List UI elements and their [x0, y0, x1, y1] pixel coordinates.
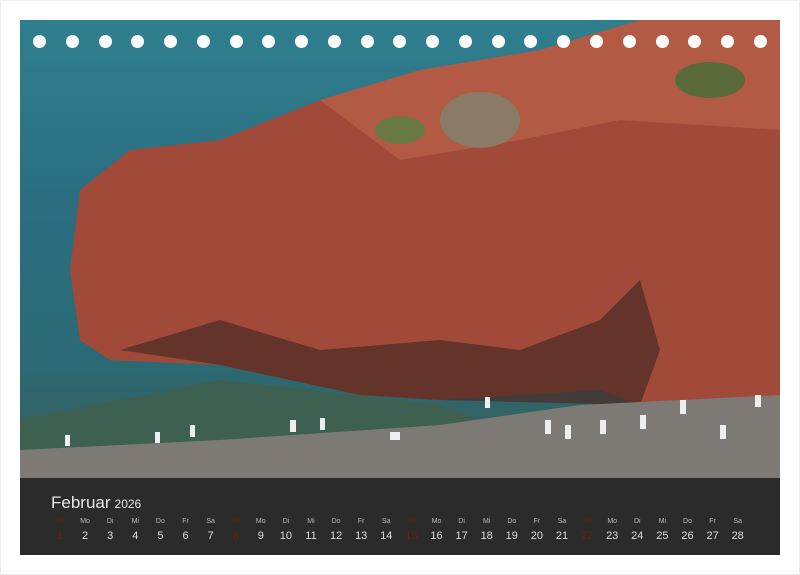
weekday-label: Mo [80, 518, 90, 525]
weekday-label: Mo [607, 518, 618, 525]
weekday-label: Do [331, 518, 341, 525]
weekday-label: So [55, 518, 65, 525]
weekday-label: Fr [182, 518, 189, 525]
weekday-label: Sa [206, 518, 215, 525]
day-number: 4 [132, 530, 139, 542]
binding-hole [164, 35, 178, 48]
day-number: 28 [731, 530, 744, 542]
weekday-label: Mi [307, 518, 315, 525]
weekday-label: Mi [658, 518, 667, 525]
day-number: 22 [580, 530, 594, 542]
binding-hole [295, 35, 309, 48]
weekday-label: Do [683, 518, 692, 525]
calendar-page: Februar 2026 So 1 Mo 2 Di 3 Mi 4 Do 5 Fr 6 Sa 7 So 8 Mo 9 D… [0, 0, 800, 575]
binding-hole [721, 35, 735, 48]
day-number: 11 [305, 530, 317, 542]
binding-hole [98, 35, 112, 48]
day-number: 8 [232, 530, 239, 542]
shrub [440, 92, 520, 148]
binding-hole [327, 35, 341, 48]
day-number: 27 [706, 530, 719, 542]
day-number: 14 [380, 530, 393, 542]
month-name: Februar [51, 493, 111, 512]
month-title: Februar 2026 [51, 493, 141, 513]
photo-red-cliffs-penguins [20, 20, 780, 478]
weekday-label: Sa [733, 518, 742, 525]
weekday-label: So [231, 518, 240, 525]
weekday-label: Sa [557, 518, 567, 525]
day-number: 6 [182, 530, 189, 542]
day-number: 10 [279, 530, 293, 542]
weekday-label: Mo [431, 518, 442, 525]
weekday-label: Fr [533, 518, 541, 525]
binding-hole [426, 35, 440, 48]
binding-hole [688, 35, 702, 48]
binding-hole [458, 35, 472, 48]
day-number: 7 [207, 530, 214, 542]
binding-hole [131, 35, 145, 48]
day-number: 20 [530, 530, 544, 542]
weekday-label: Di [633, 518, 641, 525]
day-number: 18 [480, 530, 493, 542]
binding-hole [524, 35, 538, 48]
shrub [675, 62, 745, 98]
binding-hole [262, 35, 276, 48]
day-number: 25 [656, 530, 669, 542]
shrub [375, 116, 425, 144]
weekday-label: Do [507, 518, 517, 525]
binding-hole [590, 35, 604, 48]
binding-hole [360, 35, 374, 48]
weekday-label: Mo [255, 518, 266, 525]
binding-holes [33, 35, 767, 49]
day-number: 26 [681, 530, 694, 542]
weekday-label: So [582, 518, 592, 525]
weekday-label: Di [458, 518, 465, 525]
weekday-label: Fr [709, 518, 716, 525]
binding-hole [753, 35, 767, 48]
weekday-label: Di [282, 518, 290, 525]
binding-hole [393, 35, 407, 48]
binding-hole [557, 35, 571, 48]
binding-hole [229, 35, 243, 48]
weekday-label: So [407, 518, 416, 525]
calendar-strip: Februar 2026 So 1 Mo 2 Di 3 Mi 4 Do 5 Fr 6 Sa 7 So 8 Mo 9 D… [20, 478, 780, 555]
year: 2026 [114, 497, 142, 511]
weekday-label: Do [155, 518, 165, 525]
weekday-label: Di [106, 518, 114, 525]
day-number: 1 [56, 530, 64, 542]
day-number: 2 [82, 530, 89, 542]
weekday-label: Fr [357, 518, 365, 525]
day-number: 3 [107, 530, 114, 542]
day-number: 5 [157, 530, 164, 542]
day-number: 15 [405, 530, 418, 542]
day-number: 12 [329, 530, 343, 542]
binding-hole [196, 35, 210, 48]
day-number: 23 [606, 530, 619, 542]
photo-illustration [20, 20, 780, 478]
binding-hole [622, 35, 636, 48]
day-number: 19 [505, 530, 518, 542]
day-number: 24 [631, 530, 644, 542]
day-number: 21 [555, 530, 569, 542]
binding-hole [491, 35, 505, 48]
weekday-label: Mi [131, 518, 139, 525]
binding-hole [65, 35, 79, 48]
weekday-label: Sa [382, 518, 391, 525]
binding-hole [33, 35, 46, 48]
day-number: 13 [355, 530, 368, 542]
day-number: 9 [257, 530, 264, 542]
day-number: 16 [430, 530, 443, 542]
day-number: 17 [455, 530, 468, 542]
binding-hole [655, 35, 669, 48]
weekday-label: Mi [482, 518, 491, 525]
